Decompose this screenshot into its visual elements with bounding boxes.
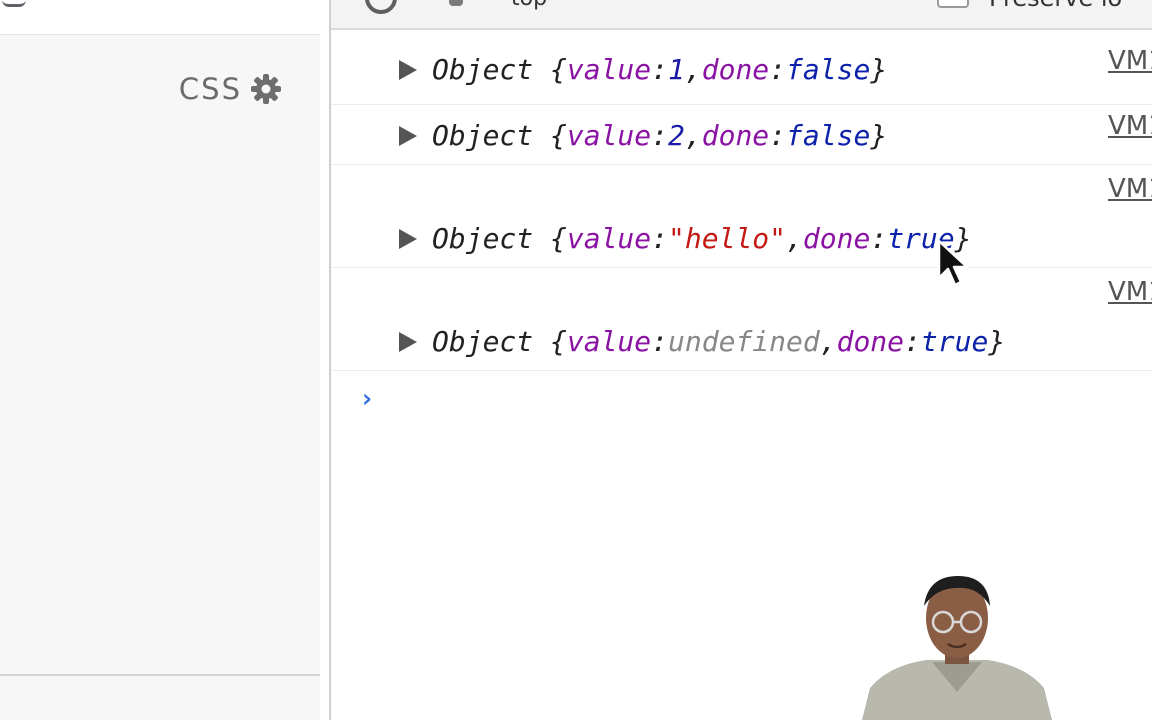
object-colon: : xyxy=(651,119,669,152)
preserve-log-label[interactable]: Preserve lo xyxy=(989,0,1122,12)
object-prefix: Object { xyxy=(432,222,567,255)
object-value: false xyxy=(786,53,871,86)
console-prompt-chevron-icon[interactable]: › xyxy=(359,384,375,414)
object-suffix: } xyxy=(988,325,1006,358)
object-colon: : xyxy=(769,53,787,86)
console-object-line[interactable]: Object {value: undefined, done: true} xyxy=(399,325,1005,358)
object-key: value xyxy=(566,325,652,358)
console-message-row: VM1 Object {value: 2, done: false} xyxy=(331,104,1152,165)
clear-console-icon[interactable] xyxy=(365,0,397,14)
source-link[interactable]: VM1 xyxy=(1108,277,1152,307)
console-message-row: VM1 Object {value: undefined, done: true… xyxy=(331,267,1152,371)
css-settings-row: CSS xyxy=(179,72,282,106)
object-colon: : xyxy=(651,325,669,358)
css-label: CSS xyxy=(178,72,242,106)
left-sidebar-panel: CSS xyxy=(0,0,320,720)
object-colon: : xyxy=(651,222,669,255)
object-value: 1 xyxy=(668,53,685,86)
object-colon: : xyxy=(870,222,888,255)
object-prefix: Object { xyxy=(432,119,567,152)
gear-icon[interactable] xyxy=(250,73,282,105)
object-key: done xyxy=(802,222,871,255)
object-key: done xyxy=(836,325,905,358)
filter-icon[interactable] xyxy=(449,0,463,6)
console-message-row: VM1 Object {value: 1, done: false} xyxy=(331,30,1152,105)
expand-arrow-icon[interactable] xyxy=(399,59,417,80)
object-suffix: } xyxy=(870,53,888,86)
console-object-line[interactable]: Object {value: 2, done: false} xyxy=(399,119,887,152)
context-selector[interactable]: top xyxy=(511,0,547,11)
presenter-webcam-overlay xyxy=(862,576,1052,720)
object-key: done xyxy=(701,119,770,152)
panel-tab-icon[interactable] xyxy=(2,0,26,7)
object-colon: : xyxy=(769,119,787,152)
object-value: undefined xyxy=(668,325,820,358)
expand-arrow-icon[interactable] xyxy=(399,228,417,249)
console-object-line[interactable]: Object {value: "hello", done: true} xyxy=(399,222,971,255)
object-colon: : xyxy=(904,325,921,358)
object-value: 2 xyxy=(668,119,685,152)
object-prefix: Object { xyxy=(432,53,567,86)
object-comma: , xyxy=(786,222,803,255)
object-suffix: } xyxy=(870,119,888,152)
mouse-cursor-icon xyxy=(937,239,969,287)
left-panel-header xyxy=(0,0,320,35)
object-key: value xyxy=(566,222,652,255)
object-key: done xyxy=(701,53,770,86)
source-link[interactable]: VM1 xyxy=(1108,174,1152,204)
screen: CSS top Preserve lo xyxy=(0,0,1152,720)
console-message-row: VM1 Object {value: "hello", done: true} xyxy=(331,164,1152,268)
preserve-log-checkbox[interactable] xyxy=(937,0,969,8)
object-prefix: Object { xyxy=(432,325,567,358)
object-value: false xyxy=(786,119,871,152)
object-value: true xyxy=(920,325,989,358)
object-comma: , xyxy=(684,53,702,86)
object-key: value xyxy=(566,53,652,86)
source-link[interactable]: VM1 xyxy=(1108,46,1152,76)
object-comma: , xyxy=(684,119,702,152)
expand-arrow-icon[interactable] xyxy=(399,331,417,352)
object-colon: : xyxy=(651,53,669,86)
console-toolbar: top Preserve lo xyxy=(331,0,1152,30)
object-key: value xyxy=(566,119,652,152)
panel-splitter[interactable] xyxy=(320,0,331,720)
expand-arrow-icon[interactable] xyxy=(399,125,417,146)
panel-divider xyxy=(0,674,320,676)
object-value: "hello" xyxy=(668,222,787,255)
object-comma: , xyxy=(819,325,837,358)
source-link[interactable]: VM1 xyxy=(1108,111,1152,141)
console-object-line[interactable]: Object {value: 1, done: false} xyxy=(399,53,887,86)
